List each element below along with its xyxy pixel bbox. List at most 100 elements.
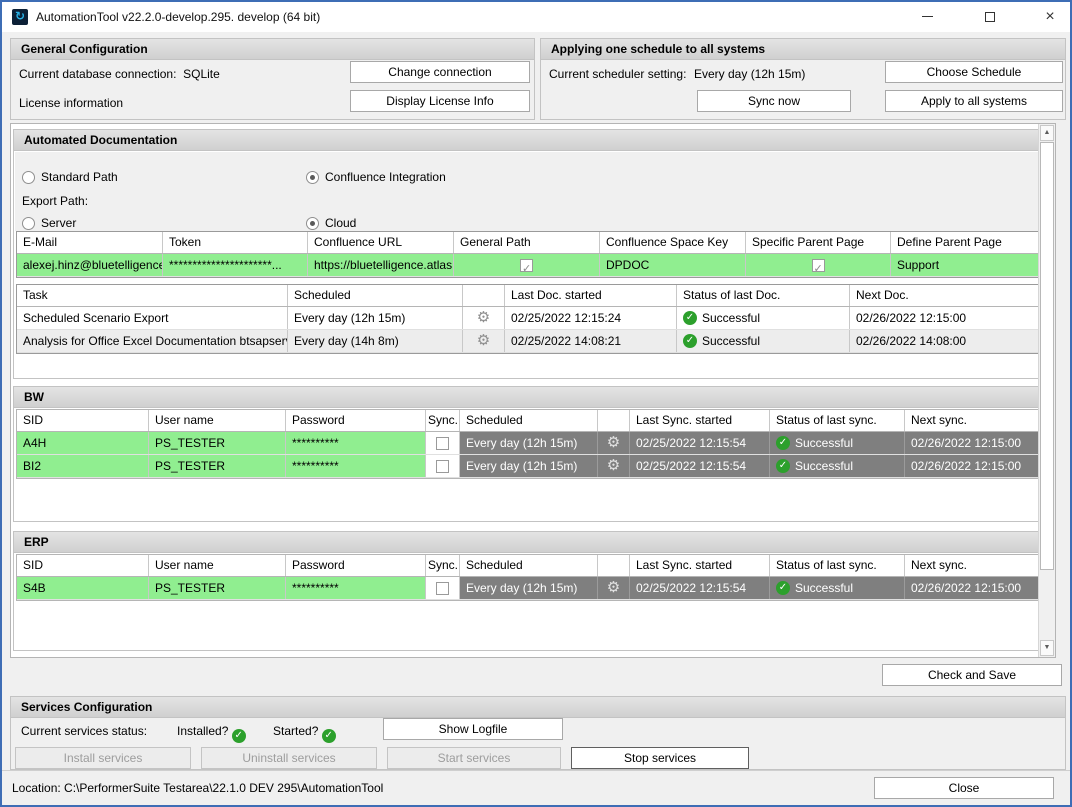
- space-key-cell[interactable]: DPDOC: [600, 254, 746, 276]
- specific-parent-cell: ✓: [746, 254, 891, 276]
- col-last-sync: Last Sync. started: [630, 555, 770, 576]
- sync-checkbox[interactable]: [436, 437, 449, 450]
- license-info-label: License information: [19, 96, 123, 110]
- bw-systems-table: SID User name Password Sync. Scheduled L…: [16, 409, 1046, 479]
- token-cell[interactable]: **********************...: [163, 254, 308, 276]
- stop-services-button[interactable]: Stop services: [571, 747, 749, 769]
- task-status-cell: ✓Successful: [677, 330, 850, 352]
- scroll-up-button[interactable]: ▲: [1040, 125, 1054, 141]
- change-connection-button[interactable]: Change connection: [350, 61, 530, 83]
- erp-title: ERP: [14, 532, 1048, 553]
- sid-cell[interactable]: A4H: [17, 432, 149, 454]
- task-scheduled-cell: Every day (14h 8m): [288, 330, 463, 352]
- email-cell[interactable]: alexej.hinz@bluetelligence...: [17, 254, 163, 276]
- task-row: Scheduled Scenario Export Every day (12h…: [17, 307, 1045, 330]
- confluence-integration-radio[interactable]: Confluence Integration: [306, 170, 446, 184]
- sync-checkbox[interactable]: [436, 460, 449, 473]
- maximize-button[interactable]: [968, 2, 1012, 32]
- display-license-button[interactable]: Display License Info: [350, 90, 530, 112]
- password-cell[interactable]: **********: [286, 577, 426, 599]
- confluence-settings-row: alexej.hinz@bluetelligence... **********…: [17, 254, 1045, 277]
- check-icon: ✓: [522, 258, 531, 276]
- col-gear: [463, 285, 505, 306]
- gear-icon: ⚙: [607, 457, 620, 474]
- erp-system-row: S4B PS_TESTER ********** Every day (12h …: [17, 577, 1045, 600]
- last-sync-cell: 02/25/2022 12:15:54: [630, 432, 770, 454]
- check-and-save-button[interactable]: Check and Save: [882, 664, 1062, 686]
- task-schedule-gear-button[interactable]: ⚙: [463, 307, 505, 329]
- footer-close-button[interactable]: Close: [874, 777, 1054, 799]
- col-password: Password: [286, 555, 426, 576]
- uninstall-services-button[interactable]: Uninstall services: [201, 747, 377, 769]
- bw-group: BW SID User name Password Sync. Schedule…: [13, 386, 1049, 522]
- show-logfile-button[interactable]: Show Logfile: [383, 718, 563, 740]
- sid-cell[interactable]: S4B: [17, 577, 149, 599]
- services-status-label: Current services status:: [21, 724, 147, 738]
- col-last-sync: Last Sync. started: [630, 410, 770, 431]
- scheduled-cell: Every day (12h 15m): [460, 455, 598, 477]
- bw-title: BW: [14, 387, 1048, 408]
- minimize-button[interactable]: [905, 2, 949, 32]
- col-next-doc: Next Doc.: [850, 285, 1045, 306]
- services-configuration-group: Services Configuration Current services …: [10, 696, 1066, 770]
- installed-status: Installed? ✓: [177, 724, 246, 743]
- standard-path-radio[interactable]: Standard Path: [22, 170, 118, 184]
- scrollbar-thumb[interactable]: [1040, 142, 1054, 570]
- last-sync-cell: 02/25/2022 12:15:54: [630, 455, 770, 477]
- col-sync: Sync.: [426, 410, 460, 431]
- user-cell[interactable]: PS_TESTER: [149, 455, 286, 477]
- general-path-cell: ✓: [454, 254, 600, 276]
- task-schedule-gear-button[interactable]: ⚙: [463, 330, 505, 352]
- next-sync-cell: 02/26/2022 12:15:00: [905, 432, 1045, 454]
- installed-ok-icon: ✓: [232, 729, 246, 743]
- start-services-button[interactable]: Start services: [387, 747, 561, 769]
- gear-icon: ⚙: [607, 579, 620, 596]
- schedule-gear-button[interactable]: ⚙: [598, 432, 630, 454]
- radio-selected-icon: [306, 217, 319, 230]
- col-confluence-url: Confluence URL: [308, 232, 454, 253]
- password-cell[interactable]: **********: [286, 432, 426, 454]
- confluence-url-cell[interactable]: https://bluetelligence.atlas...: [308, 254, 454, 276]
- cloud-radio[interactable]: Cloud: [306, 216, 356, 230]
- define-parent-cell[interactable]: Support: [891, 254, 1045, 276]
- col-scheduled: Scheduled: [288, 285, 463, 306]
- specific-parent-checkbox[interactable]: ✓: [812, 259, 825, 272]
- last-sync-cell: 02/25/2022 12:15:54: [630, 577, 770, 599]
- db-connection-value: SQLite: [183, 67, 220, 81]
- sid-cell[interactable]: BI2: [17, 455, 149, 477]
- schedule-gear-button[interactable]: ⚙: [598, 455, 630, 477]
- location-label: Location: C:\PerformerSuite Testarea\22.…: [12, 781, 383, 795]
- col-token: Token: [163, 232, 308, 253]
- col-scheduled: Scheduled: [460, 555, 598, 576]
- radio-icon: [22, 217, 35, 230]
- vertical-scrollbar[interactable]: ▲ ▼: [1038, 124, 1055, 657]
- arrow-up-icon: ▲: [1044, 129, 1051, 136]
- automated-documentation-group: Automated Documentation Standard Path Co…: [13, 129, 1049, 379]
- user-cell[interactable]: PS_TESTER: [149, 577, 286, 599]
- gear-icon: ⚙: [477, 309, 490, 326]
- password-cell[interactable]: **********: [286, 455, 426, 477]
- sync-now-button[interactable]: Sync now: [697, 90, 851, 112]
- col-user-name: User name: [149, 555, 286, 576]
- install-services-button[interactable]: Install services: [15, 747, 191, 769]
- task-last-started-cell: 02/25/2022 12:15:24: [505, 307, 677, 329]
- check-icon: ✓: [814, 258, 823, 276]
- scroll-down-button[interactable]: ▼: [1040, 640, 1054, 656]
- db-connection-label: Current database connection: SQLite: [19, 67, 220, 81]
- close-button[interactable]: ×: [1028, 2, 1072, 32]
- task-row: Analysis for Office Excel Documentation …: [17, 330, 1045, 353]
- sync-cell: [426, 577, 460, 599]
- user-cell[interactable]: PS_TESTER: [149, 432, 286, 454]
- server-radio[interactable]: Server: [22, 216, 76, 230]
- bw-system-row: A4H PS_TESTER ********** Every day (12h …: [17, 432, 1045, 455]
- apply-schedule-group: Applying one schedule to all systems Cur…: [540, 38, 1066, 120]
- apply-all-systems-button[interactable]: Apply to all systems: [885, 90, 1063, 112]
- general-path-checkbox[interactable]: ✓: [520, 259, 533, 272]
- sync-checkbox[interactable]: [436, 582, 449, 595]
- col-next-sync: Next sync.: [905, 410, 1045, 431]
- col-task: Task: [17, 285, 288, 306]
- close-icon: ×: [1045, 8, 1054, 25]
- col-status-last-doc: Status of last Doc.: [677, 285, 850, 306]
- schedule-gear-button[interactable]: ⚙: [598, 577, 630, 599]
- choose-schedule-button[interactable]: Choose Schedule: [885, 61, 1063, 83]
